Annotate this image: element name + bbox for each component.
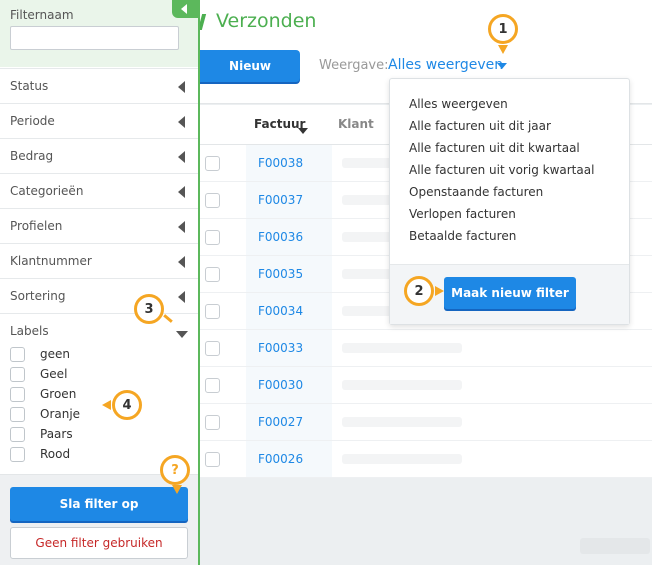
section-label: Status — [10, 79, 49, 93]
section-label: Categorieën — [10, 184, 84, 198]
section-label: Profielen — [10, 219, 63, 233]
chevron-left-icon — [178, 256, 185, 268]
new-button[interactable]: Nieuw — [200, 50, 300, 82]
invoice-link[interactable]: F00026 — [258, 452, 303, 466]
dropdown-item-all[interactable]: Alles weergeven — [409, 97, 508, 111]
label-text: Groen — [40, 387, 77, 401]
collapse-sidebar-icon[interactable] — [172, 0, 198, 18]
row-checkbox[interactable] — [205, 341, 220, 356]
dropdown-item-this-quarter[interactable]: Alle facturen uit dit kwartaal — [409, 141, 580, 155]
label-checkbox[interactable] — [10, 387, 25, 402]
section-label: Klantnummer — [10, 254, 92, 268]
client-cell — [342, 454, 462, 464]
filter-name-section: Filternaam — [0, 0, 198, 67]
callout-pointer — [498, 45, 508, 54]
filter-section-amount[interactable]: Bedrag — [0, 138, 198, 173]
client-cell — [342, 380, 462, 390]
dropdown-item-open[interactable]: Openstaande facturen — [409, 185, 543, 199]
filter-section-profiles[interactable]: Profielen — [0, 208, 198, 243]
row-checkbox[interactable] — [205, 193, 220, 208]
row-checkbox[interactable] — [205, 230, 220, 245]
chevron-left-icon — [178, 81, 185, 93]
callout-pointer — [435, 286, 444, 296]
row-checkbox[interactable] — [205, 415, 220, 430]
new-filter-button[interactable]: Maak nieuw filter — [444, 277, 576, 309]
section-label: Sortering — [10, 289, 66, 303]
no-filter-button[interactable]: Geen filter gebruiken — [10, 527, 188, 559]
row-checkbox[interactable] — [205, 452, 220, 467]
chevron-left-icon — [178, 291, 185, 303]
label-checkbox[interactable] — [10, 407, 25, 422]
sort-desc-icon[interactable] — [298, 128, 308, 134]
callout-marker-2: 2 — [404, 276, 434, 306]
chevron-left-icon — [178, 116, 185, 128]
invoice-link[interactable]: F00027 — [258, 415, 303, 429]
callout-pointer — [172, 485, 182, 494]
callout-marker-1: 1 — [488, 14, 518, 44]
label-text: Rood — [40, 447, 71, 461]
callout-marker-help: ? — [160, 455, 190, 485]
caret-down-icon[interactable] — [497, 63, 507, 69]
chevron-left-icon — [178, 151, 185, 163]
view-selector[interactable]: Alles weergeven — [388, 57, 503, 73]
client-cell — [342, 343, 462, 353]
filter-name-label: Filternaam — [10, 8, 74, 22]
row-checkbox[interactable] — [205, 267, 220, 282]
label-checkbox[interactable] — [10, 367, 25, 382]
labels-title: Labels — [10, 324, 49, 338]
label-checkbox[interactable] — [10, 447, 25, 462]
filter-name-input[interactable] — [10, 26, 179, 50]
page-title: Verzonden — [216, 10, 317, 32]
filter-section-status[interactable]: Status — [0, 68, 198, 103]
row-checkbox[interactable] — [205, 378, 220, 393]
invoice-link[interactable]: F00037 — [258, 193, 303, 207]
filter-section-sorting[interactable]: Sortering — [0, 278, 198, 313]
dropdown-item-paid[interactable]: Betaalde facturen — [409, 229, 516, 243]
invoice-link[interactable]: F00035 — [258, 267, 303, 281]
invoice-link[interactable]: F00034 — [258, 304, 303, 318]
label-text: Geel — [40, 367, 68, 381]
filter-section-client-number[interactable]: Klantnummer — [0, 243, 198, 278]
callout-marker-3: 3 — [134, 294, 164, 324]
chevron-left-icon — [178, 221, 185, 233]
label-checkbox[interactable] — [10, 427, 25, 442]
table-row[interactable]: F00030 — [200, 367, 652, 404]
save-filter-button[interactable]: Sla filter op — [10, 487, 188, 521]
table-row[interactable]: F00027 — [200, 404, 652, 441]
section-label: Bedrag — [10, 149, 54, 163]
view-label: Weergave: — [319, 58, 389, 73]
callout-marker-4: 4 — [112, 390, 142, 420]
client-cell — [342, 417, 462, 427]
pagination-placeholder — [580, 538, 650, 554]
table-row[interactable]: F00026 — [200, 441, 652, 478]
label-checkbox[interactable] — [10, 347, 25, 362]
dropdown-item-this-year[interactable]: Alle facturen uit dit jaar — [409, 119, 551, 133]
filter-section-categories[interactable]: Categorieën — [0, 173, 198, 208]
filter-section-labels: Labels geen Geel Groen Oranje Paars Rood — [0, 313, 198, 473]
sidebar-footer: Sla filter op Geen filter gebruiken — [0, 474, 198, 565]
chevron-down-icon[interactable] — [176, 331, 188, 338]
label-text: geen — [40, 347, 70, 361]
label-text: Paars — [40, 427, 73, 441]
invoice-link[interactable]: F00033 — [258, 341, 303, 355]
label-text: Oranje — [40, 407, 81, 421]
filter-section-period[interactable]: Periode — [0, 103, 198, 138]
chevron-left-icon — [178, 186, 185, 198]
column-header-client[interactable]: Klant — [338, 117, 374, 131]
table-row[interactable]: F00033 — [200, 330, 652, 367]
callout-pointer — [102, 400, 111, 410]
dropdown-item-overdue[interactable]: Verlopen facturen — [409, 207, 516, 221]
invoice-link[interactable]: F00038 — [258, 156, 303, 170]
invoice-link[interactable]: F00036 — [258, 230, 303, 244]
section-label: Periode — [10, 114, 55, 128]
invoice-link[interactable]: F00030 — [258, 378, 303, 392]
row-checkbox[interactable] — [205, 304, 220, 319]
row-checkbox[interactable] — [205, 156, 220, 171]
dropdown-item-last-quarter[interactable]: Alle facturen uit vorig kwartaal — [409, 163, 594, 177]
